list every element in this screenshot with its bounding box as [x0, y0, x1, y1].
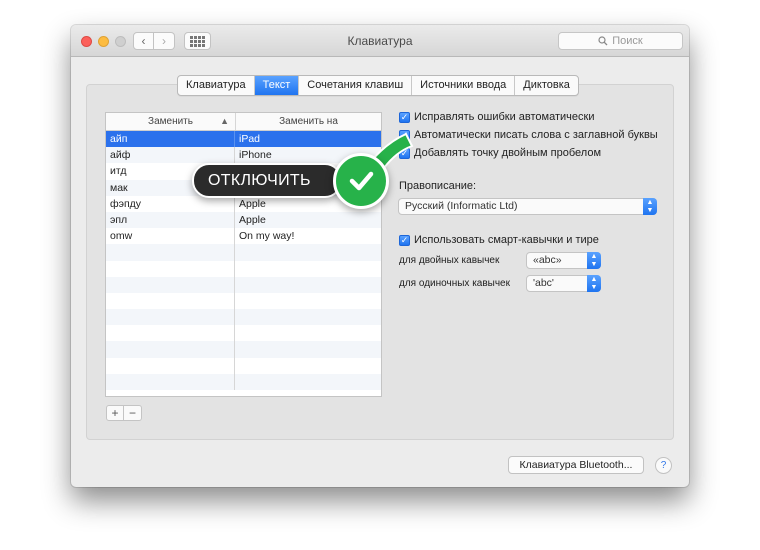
double-space-period-checkbox[interactable]: ✓ — [399, 147, 410, 159]
empty-row — [106, 276, 381, 293]
with-cell[interactable]: On my way! — [235, 228, 381, 244]
spelling-label: Правописание: — [399, 180, 477, 192]
title-bar: ‹ › Клавиатура Поиск — [71, 25, 689, 57]
with-cell[interactable]: Apple — [235, 212, 381, 228]
disable-callout: ОТКЛЮЧИТЬ — [192, 163, 342, 198]
table-row[interactable]: эпл Apple — [106, 211, 381, 229]
empty-row — [106, 292, 381, 310]
tab-bar: Клавиатура Текст Сочетания клавиш Источн… — [177, 75, 579, 96]
single-quotes-select[interactable]: 'abc' ▲ ▼ — [526, 275, 601, 292]
sort-ascending-icon: ▲ — [220, 116, 229, 126]
with-cell[interactable]: iPad — [235, 131, 381, 147]
autocorrect-option[interactable]: ✓ Исправлять ошибки автоматически — [399, 111, 594, 123]
autocapitalize-checkbox[interactable]: ✓ — [399, 129, 410, 141]
single-quotes-label: для одиночных кавычек — [399, 278, 510, 289]
tab-dictation[interactable]: Диктовка — [514, 76, 578, 95]
smart-quotes-label: Использовать смарт-кавычки и тире — [414, 234, 599, 246]
tab-shortcuts[interactable]: Сочетания клавиш — [298, 76, 411, 95]
empty-row — [106, 309, 381, 326]
smart-quotes-checkbox[interactable]: ✓ — [399, 234, 410, 246]
tab-input-sources[interactable]: Источники ввода — [411, 76, 514, 95]
autocapitalize-option[interactable]: ✓ Автоматически писать слова с заглавной… — [399, 129, 658, 141]
search-placeholder: Поиск — [612, 35, 643, 47]
help-button[interactable]: ? — [655, 457, 672, 474]
search-icon — [598, 36, 608, 46]
smart-quotes-option[interactable]: ✓ Использовать смарт-кавычки и тире — [399, 234, 599, 246]
replace-cell[interactable]: omw — [106, 228, 235, 245]
replace-cell[interactable]: айф — [106, 147, 235, 164]
table-row[interactable]: omw On my way! — [106, 228, 381, 245]
autocorrect-checkbox[interactable]: ✓ — [399, 111, 410, 123]
updown-arrows-icon: ▲ ▼ — [587, 275, 601, 292]
table-row[interactable]: айп iPad — [106, 131, 381, 148]
empty-row — [106, 357, 381, 374]
updown-arrows-icon: ▲ ▼ — [587, 252, 601, 269]
autocapitalize-label: Автоматически писать слова с заглавной б… — [414, 129, 658, 141]
autocorrect-label: Исправлять ошибки автоматически — [414, 111, 595, 123]
double-quotes-value: «abc» — [533, 254, 562, 266]
empty-row — [106, 260, 381, 277]
remove-replacement-button[interactable]: − — [124, 405, 142, 421]
empty-row — [106, 244, 381, 261]
column-header-with[interactable]: Заменить на — [236, 113, 381, 130]
spelling-select[interactable]: Русский (Informatic Ltd) ▲ ▼ — [398, 198, 657, 215]
check-badge — [333, 153, 389, 209]
keyboard-preferences-window: ‹ › Клавиатура Поиск Клавиатура Текст Со… — [71, 25, 689, 487]
spelling-value: Русский (Informatic Ltd) — [405, 200, 518, 212]
check-icon — [349, 171, 374, 191]
double-space-period-option[interactable]: ✓ Добавлять точку двойным пробелом — [399, 147, 601, 159]
empty-row — [106, 325, 381, 342]
tab-keyboard[interactable]: Клавиатура — [178, 76, 254, 95]
replace-cell[interactable]: фэпду — [106, 195, 235, 212]
column-header-replace[interactable]: Заменить ▲ — [106, 113, 236, 130]
empty-row — [106, 373, 381, 390]
search-input[interactable]: Поиск — [558, 32, 683, 50]
updown-arrows-icon: ▲ ▼ — [643, 198, 657, 215]
tab-text[interactable]: Текст — [253, 76, 299, 95]
bluetooth-keyboard-button[interactable]: Клавиатура Bluetooth... — [508, 456, 644, 474]
single-quotes-value: 'abc' — [533, 277, 554, 289]
table-header: Заменить ▲ Заменить на — [106, 113, 381, 131]
add-replacement-button[interactable]: + — [106, 405, 124, 421]
replace-cell[interactable]: айп — [106, 131, 235, 148]
double-quotes-label: для двойных кавычек — [399, 255, 500, 266]
replace-cell[interactable]: эпл — [106, 211, 235, 229]
double-quotes-select[interactable]: «abc» ▲ ▼ — [526, 252, 601, 269]
replacements-table: Заменить ▲ Заменить на айп iPad айф iPho… — [105, 112, 382, 397]
double-space-period-label: Добавлять точку двойным пробелом — [414, 147, 602, 159]
empty-row — [106, 341, 381, 358]
